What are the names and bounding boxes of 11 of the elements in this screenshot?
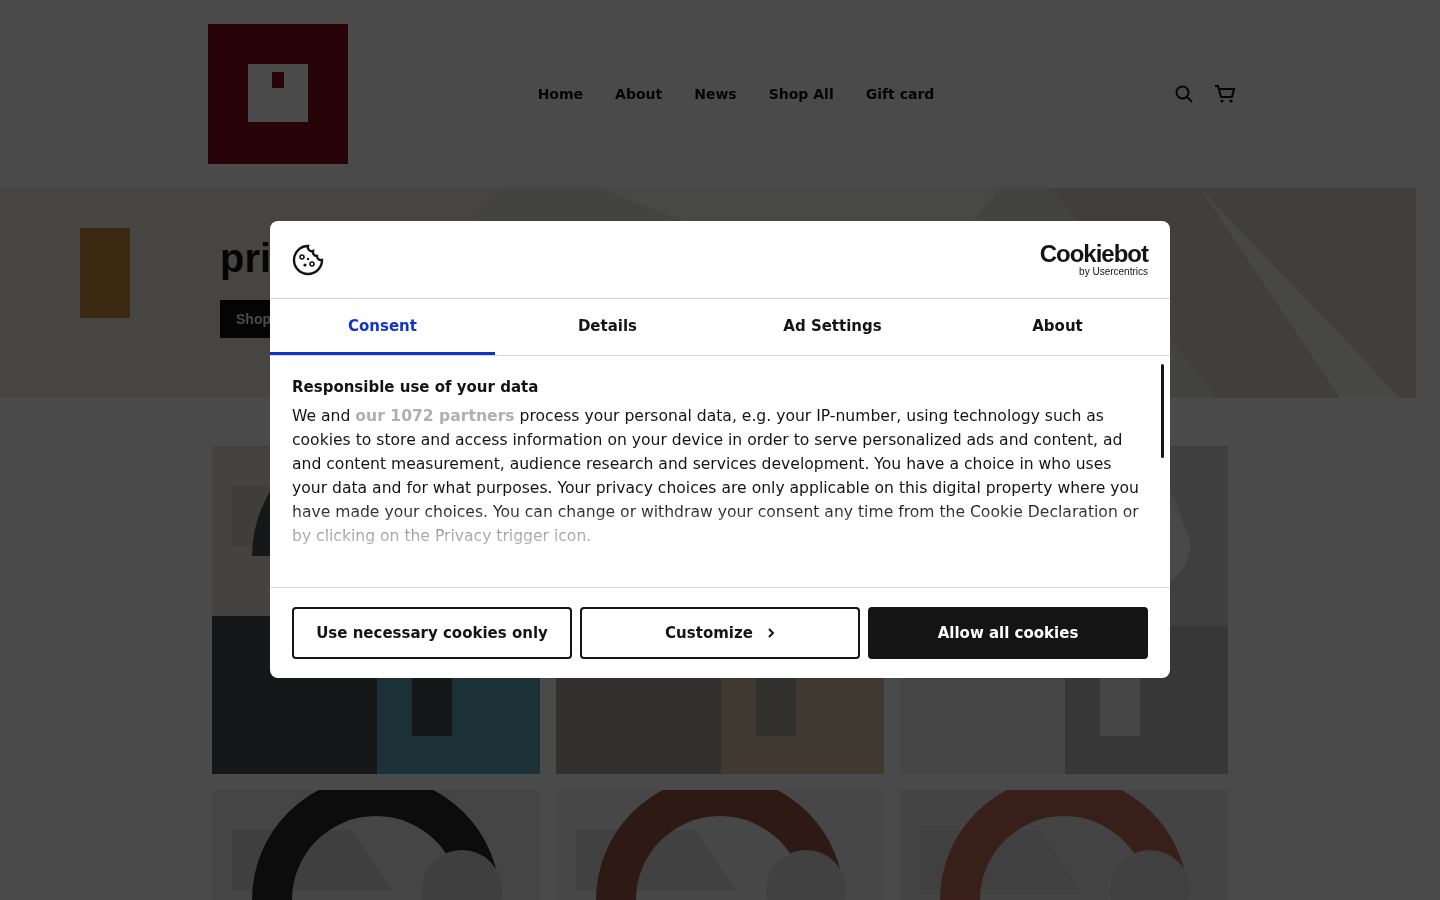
hero-title: pri: [220, 235, 272, 282]
tab[interactable]: Ad Settings: [720, 299, 945, 355]
tab[interactable]: Consent: [270, 299, 495, 355]
brand-logo-text: Cookiebot: [1039, 242, 1148, 266]
consent-button[interactable]: Customize: [580, 607, 860, 659]
brand-subtitle: by Usercentrics: [1079, 266, 1148, 277]
consent-button[interactable]: Use necessary cookies only: [292, 607, 572, 659]
tab[interactable]: About: [945, 299, 1170, 355]
tab[interactable]: Details: [495, 299, 720, 355]
consent-button[interactable]: Allow all cookies: [868, 607, 1148, 659]
section-heading: Responsible use of your data: [292, 378, 540, 396]
